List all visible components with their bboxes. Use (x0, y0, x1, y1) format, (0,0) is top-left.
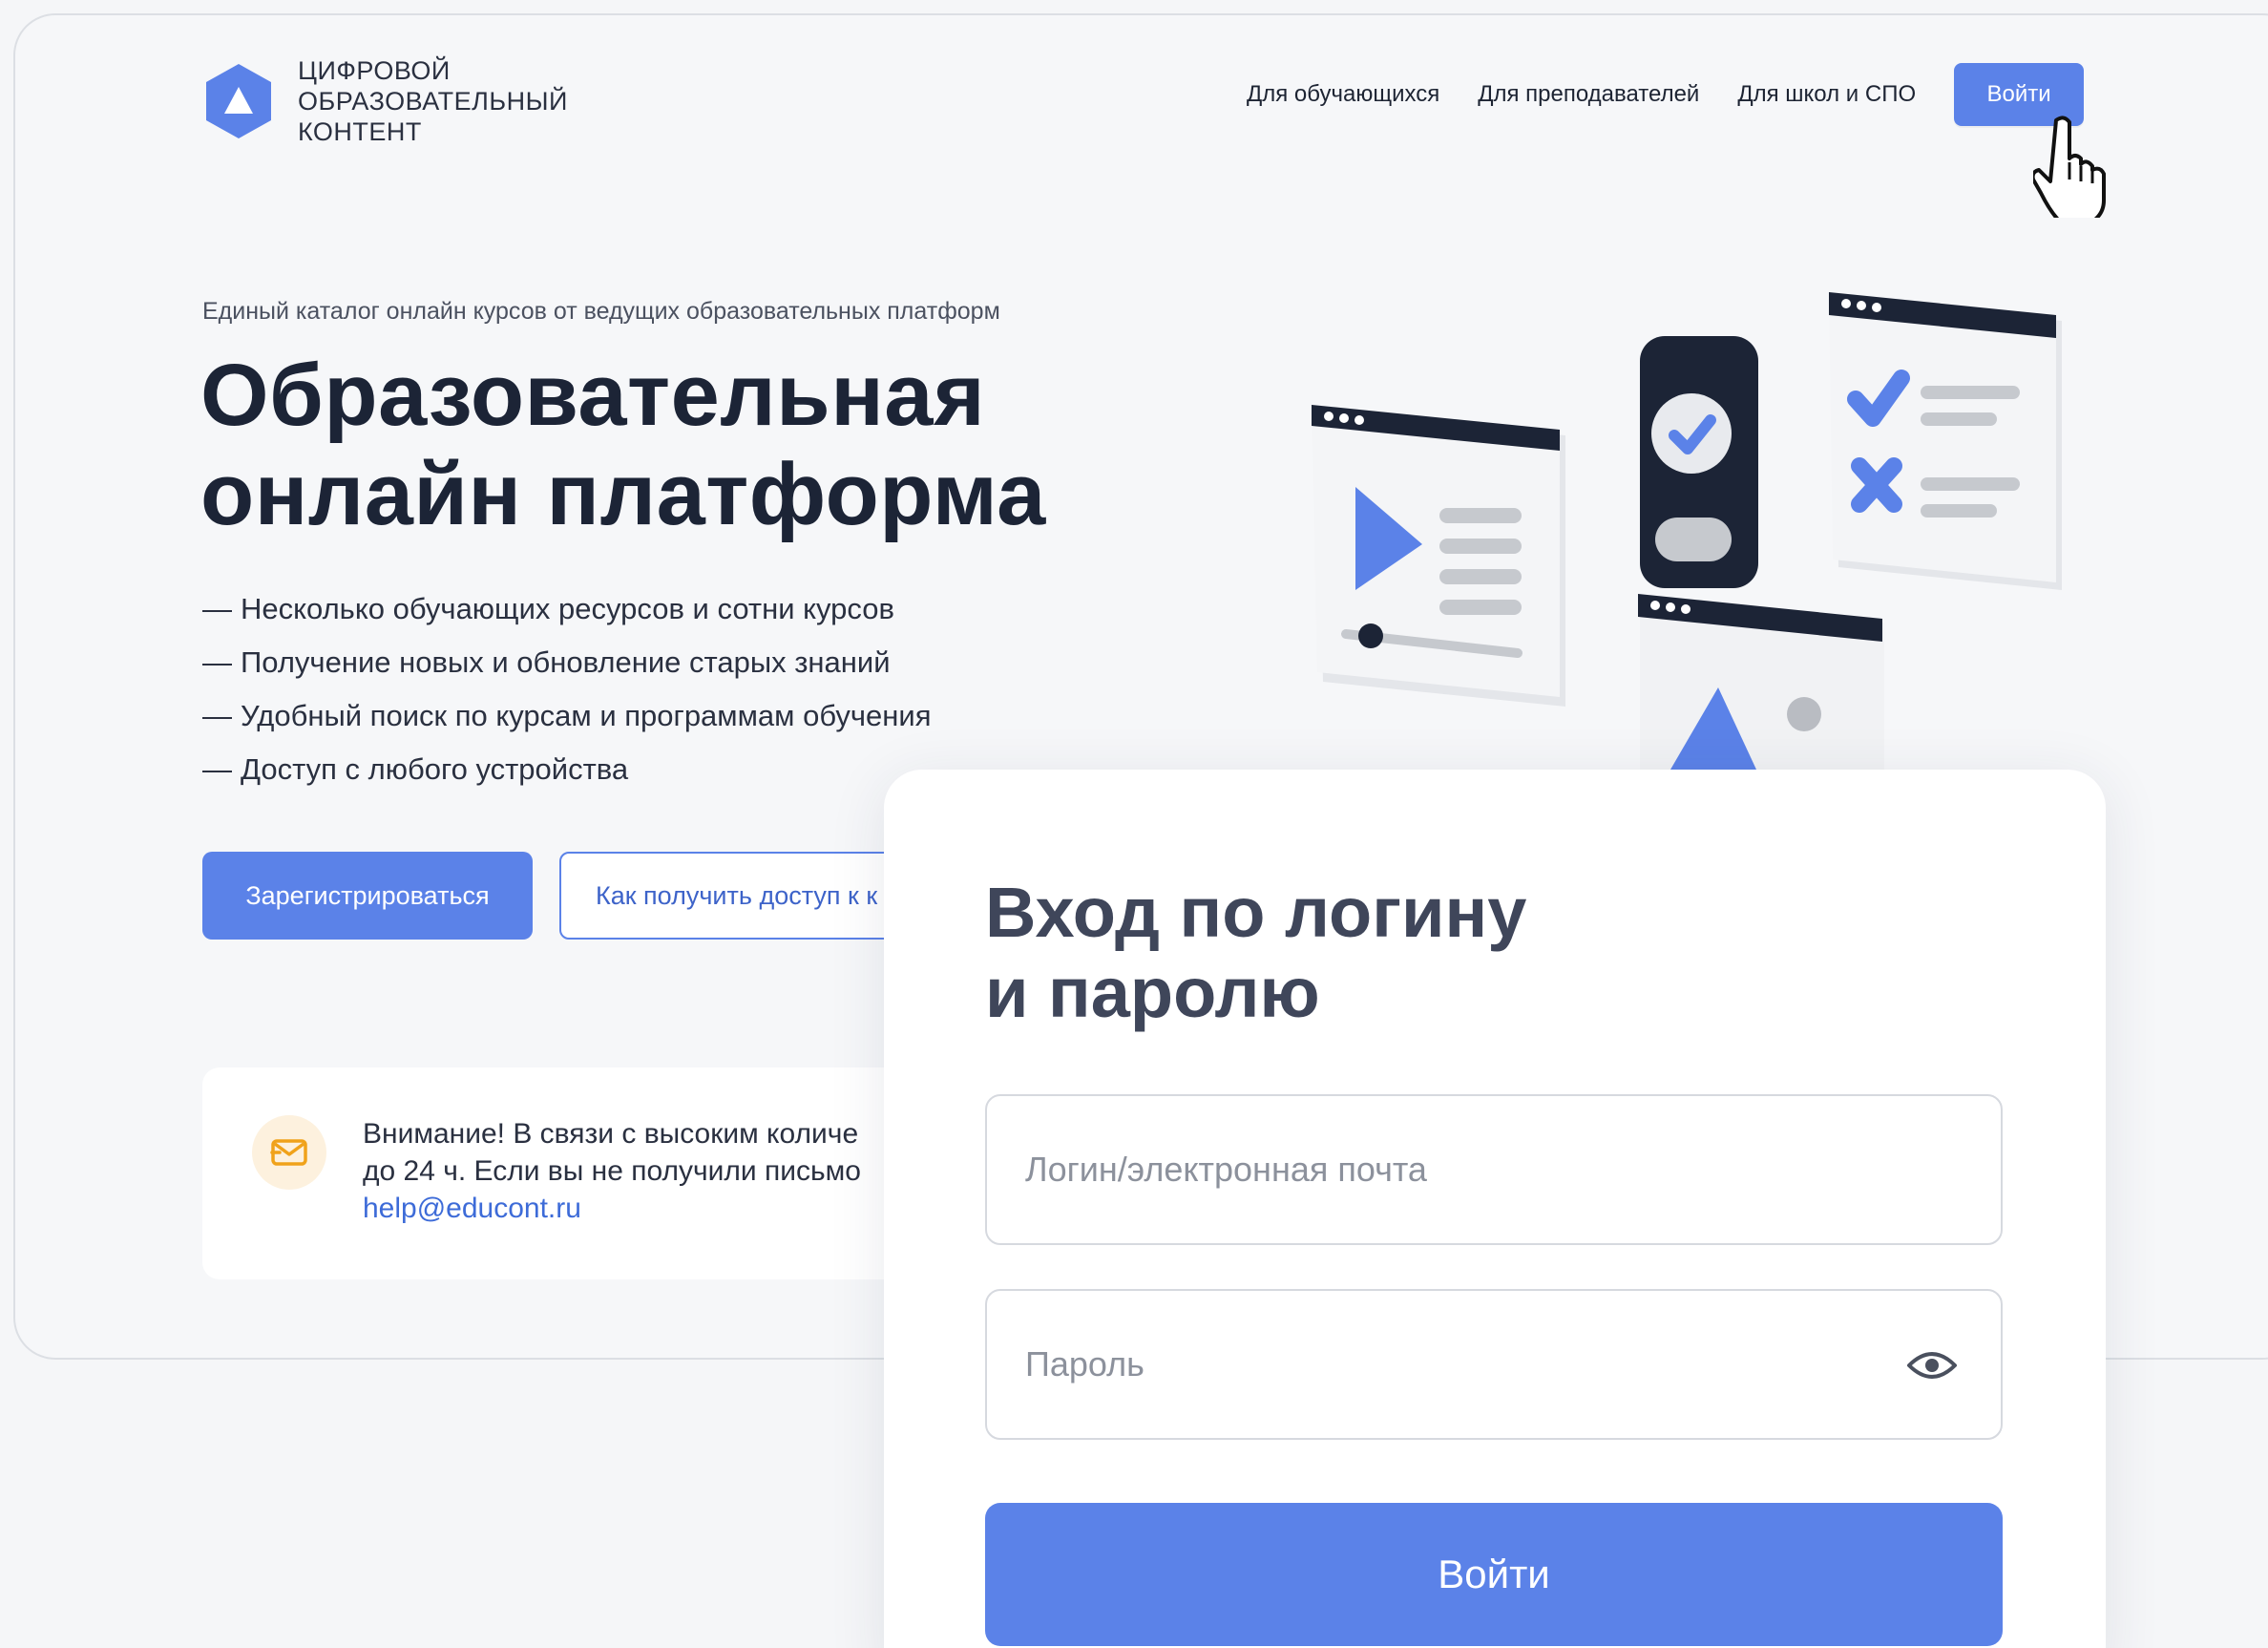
logo-icon (202, 62, 275, 140)
mail-icon (252, 1115, 326, 1190)
feature-text: Удобный поиск по курсам и программам обу… (241, 699, 932, 732)
feature-item: — Доступ с любого устройства (202, 743, 932, 796)
video-window-illustration (1312, 405, 1565, 707)
phone-illustration (1640, 336, 1758, 588)
hand-pointer-icon (2033, 116, 2106, 218)
feature-text: Несколько обучающих ресурсов и сотни кур… (241, 592, 894, 625)
hero-illustration (1312, 292, 2062, 783)
login-field[interactable] (985, 1094, 2003, 1245)
hero-subtitle: Единый каталог онлайн курсов от ведущих … (202, 298, 1000, 325)
logo-line-3: КОНТЕНТ (298, 117, 422, 146)
nav-for-teachers[interactable]: Для преподавателей (1478, 63, 1699, 126)
dash: — (202, 699, 232, 732)
dash: — (202, 645, 232, 679)
logo-line-2: ОБРАЗОВАТЕЛЬНЫЙ (298, 87, 568, 116)
dash: — (202, 752, 232, 786)
logo-text: ЦИФРОВОЙ ОБРАЗОВАТЕЛЬНЫЙ КОНТЕНТ (298, 55, 568, 147)
feature-item: — Получение новых и обновление старых зна… (202, 636, 932, 689)
checklist-window-illustration (1829, 292, 2062, 590)
submit-login-button[interactable]: Войти (985, 1503, 2003, 1646)
page: ЦИФРОВОЙ ОБРАЗОВАТЕЛЬНЫЙ КОНТЕНТ Для обу… (0, 0, 2268, 1648)
login-form: Вход по логину и паролю Войти (884, 770, 2106, 1648)
login-input[interactable] (1025, 1150, 1884, 1190)
hero-title-line-1: Образовательная (200, 347, 986, 444)
hero-title-line-2: онлайн платформа (200, 446, 1046, 543)
logo-line-1: ЦИФРОВОЙ (298, 56, 451, 85)
access-info-button[interactable]: Как получить доступ к к (559, 852, 903, 940)
register-button[interactable]: Зарегистрироваться (202, 852, 533, 940)
nav-for-students[interactable]: Для обучающихся (1247, 63, 1439, 126)
hero-title: Образовательная онлайн платформа (200, 346, 1046, 544)
eye-icon[interactable] (1905, 1342, 1959, 1388)
site-logo[interactable]: ЦИФРОВОЙ ОБРАЗОВАТЕЛЬНЫЙ КОНТЕНТ (202, 55, 568, 147)
notice-line-2: до 24 ч. Если вы не получили письмо (363, 1155, 861, 1187)
feature-item: — Удобный поиск по курсам и программам об… (202, 689, 932, 743)
password-field[interactable] (985, 1289, 2003, 1440)
feature-text: Доступ с любого устройства (241, 752, 629, 786)
feature-text: Получение новых и обновление старых знан… (241, 645, 891, 679)
login-title-line-2: и паролю (985, 953, 1320, 1032)
login-title: Вход по логину и паролю (985, 873, 1526, 1033)
nav-for-schools[interactable]: Для школ и СПО (1737, 63, 1916, 126)
password-input[interactable] (1025, 1344, 1884, 1384)
notice-line-1: Внимание! В связи с высоким количе (363, 1118, 859, 1150)
shapes-window-illustration (1638, 594, 1884, 783)
dash: — (202, 592, 232, 625)
feature-list: — Несколько обучающих ресурсов и сотни ку… (202, 582, 932, 796)
support-email-link[interactable]: help@educont.ru (363, 1190, 861, 1227)
notice-banner: Внимание! В связи с высоким количе до 24… (202, 1067, 928, 1279)
notice-text: Внимание! В связи с высоким количе до 24… (363, 1115, 861, 1227)
feature-item: — Несколько обучающих ресурсов и сотни ку… (202, 582, 932, 636)
login-title-line-1: Вход по логину (985, 873, 1527, 952)
top-nav: Для обучающихся Для преподавателей Для ш… (1247, 63, 2085, 126)
